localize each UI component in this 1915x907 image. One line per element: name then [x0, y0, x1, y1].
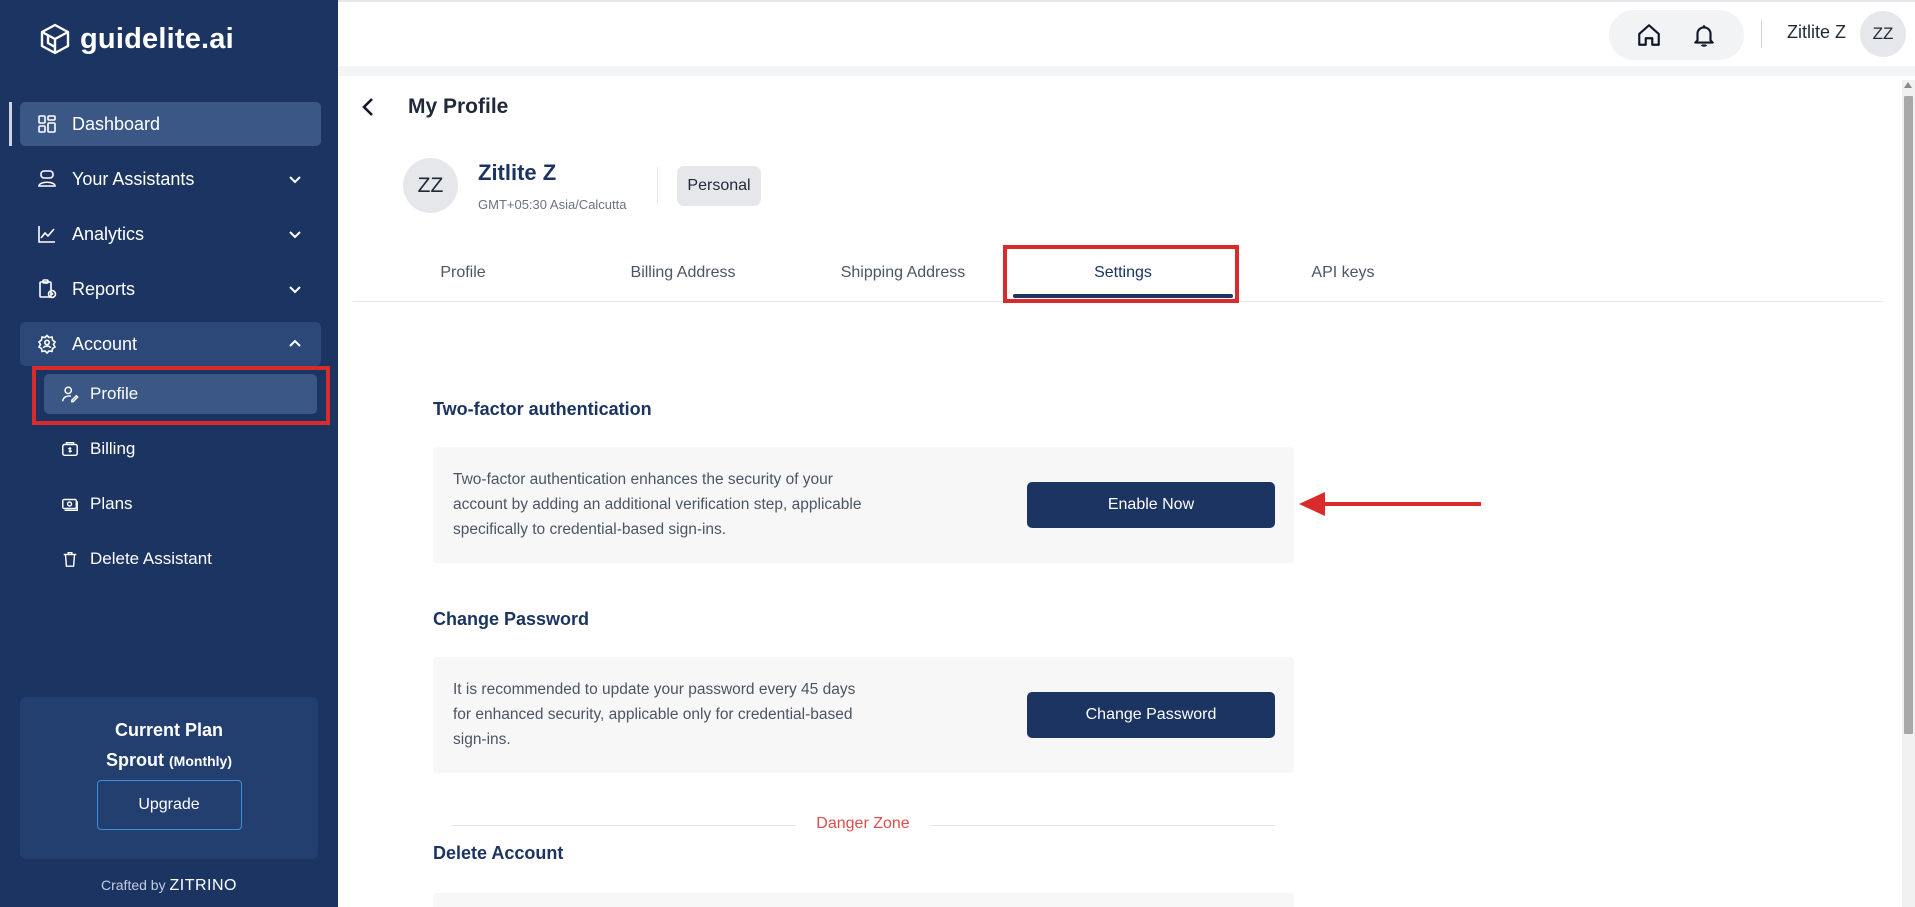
sidebar-item-dashboard[interactable]: Dashboard [20, 102, 321, 146]
dashboard-icon [36, 113, 58, 135]
tab-shipping-address[interactable]: Shipping Address [793, 264, 1013, 282]
sidebar: guidelite.ai Dashboard Your Assistants A… [0, 0, 338, 907]
crafted-by: Crafted by ZITRINO [0, 877, 338, 895]
sidebar-item-account[interactable]: Account [20, 322, 321, 366]
back-arrow-icon[interactable] [356, 93, 380, 121]
plan-title: Current Plan [114, 720, 224, 740]
delete-account-title: Delete Account [433, 843, 564, 863]
sidebar-item-label: Your Assistants [72, 168, 195, 189]
plan-name-value: Sprout [106, 750, 164, 770]
brand-cube-icon [40, 23, 70, 55]
plan-name: Sprout (Monthly) [20, 750, 318, 771]
reports-icon [36, 278, 58, 300]
sidebar-subitem-label: Delete Assistant [90, 549, 212, 568]
enable-now-button[interactable]: Enable Now [1027, 482, 1275, 528]
account-type-badge: Personal [677, 166, 761, 206]
highlight-box-settings-tab [1003, 245, 1239, 303]
change-password-button[interactable]: Change Password [1027, 692, 1275, 738]
sidebar-item-label: Account [72, 333, 138, 354]
page-title: My Profile [408, 95, 509, 118]
sidebar-item-reports[interactable]: Reports [20, 267, 321, 311]
chevron-up-icon [289, 339, 301, 347]
current-plan-card: Current Plan Sprout (Monthly) Upgrade [20, 697, 318, 859]
change-password-title: Change Password [433, 609, 590, 629]
profile-divider [657, 167, 658, 205]
active-indicator [9, 102, 12, 146]
sidebar-subitem-billing[interactable]: Billing [44, 429, 317, 469]
crafted-by-brand[interactable]: ZITRINO [169, 877, 237, 894]
top-user-name[interactable]: Zitlite Z [1787, 22, 1846, 43]
chevron-down-icon [289, 286, 301, 294]
tab-profile[interactable]: Profile [353, 264, 573, 282]
top-icon-group [1609, 10, 1744, 60]
sidebar-item-label: Dashboard [72, 113, 161, 134]
brand-name: guidelite.ai [80, 22, 234, 55]
sidebar-item-label: Analytics [72, 223, 145, 244]
danger-divider-left [451, 825, 796, 826]
scroll-up-arrow-icon[interactable] [1904, 82, 1912, 88]
danger-zone-label: Danger Zone [816, 815, 910, 832]
sidebar-item-analytics[interactable]: Analytics [20, 212, 321, 256]
billing-icon [60, 439, 80, 459]
crafted-by-label: Crafted by [101, 877, 166, 893]
tab-api-keys[interactable]: API keys [1233, 264, 1453, 282]
profile-avatar: ZZ [403, 158, 458, 213]
avatar[interactable]: ZZ [1860, 11, 1906, 57]
two-factor-title: Two-factor authentication [433, 399, 652, 419]
top-divider [1761, 20, 1762, 48]
highlight-box-profile [32, 366, 330, 425]
brand-logo[interactable]: guidelite.ai [38, 22, 234, 56]
sidebar-item-label: Reports [72, 278, 136, 299]
plan-cycle: (Monthly) [169, 753, 232, 769]
sidebar-subitem-label: Plans [90, 494, 133, 513]
trash-icon [60, 549, 80, 569]
two-factor-panel: Two-factor authentication enhances the s… [433, 447, 1294, 563]
scrollbar-thumb[interactable] [1904, 96, 1913, 734]
two-factor-description: Two-factor authentication enhances the s… [453, 471, 862, 538]
change-password-description: It is recommended to update your passwor… [453, 681, 856, 748]
chevron-down-icon [289, 176, 301, 184]
plans-icon [60, 494, 80, 514]
chevron-down-icon [289, 231, 301, 239]
change-password-panel: It is recommended to update your passwor… [433, 657, 1294, 773]
sidebar-item-your-assistants[interactable]: Your Assistants [20, 157, 321, 201]
tab-billing-address[interactable]: Billing Address [573, 264, 793, 282]
delete-account-panel [433, 893, 1294, 907]
sidebar-subitem-plans[interactable]: Plans [44, 484, 317, 524]
home-icon[interactable] [1634, 20, 1664, 50]
account-gear-icon [36, 333, 58, 355]
upgrade-button[interactable]: Upgrade [96, 780, 242, 830]
profile-name: Zitlite Z [478, 160, 557, 185]
danger-divider-right [930, 825, 1275, 826]
profile-timezone: GMT+05:30 Asia/Calcutta [478, 197, 627, 212]
top-bar-divider [338, 66, 1915, 76]
sidebar-subitem-delete-assistant[interactable]: Delete Assistant [44, 539, 317, 579]
sidebar-subitem-label: Billing [90, 439, 136, 458]
annotation-arrow-icon [1299, 492, 1481, 516]
analytics-icon [36, 223, 58, 245]
assistant-icon [36, 168, 58, 190]
bell-icon[interactable] [1689, 20, 1719, 50]
